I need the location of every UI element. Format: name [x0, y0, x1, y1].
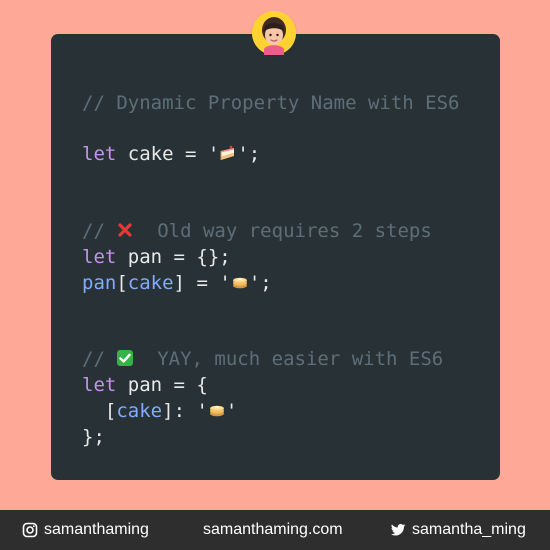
twitter-handle: samantha_ming — [412, 521, 526, 538]
comment-dynamic-property: // Dynamic Property Name with ES6 — [82, 92, 460, 114]
check-mark-icon — [116, 349, 134, 367]
code-line-5: pan[cake] = ' '; — [82, 270, 272, 296]
comment-prefix: // — [82, 348, 105, 370]
code-line-6: // YAY, much easier with ES6 — [82, 346, 443, 372]
footer-bar: samanthaming samanthaming.com samantha_m… — [0, 510, 550, 550]
instagram-link[interactable]: samanthaming — [22, 520, 149, 540]
code-line-7: let pan = { — [82, 372, 208, 398]
woman-avatar-icon — [252, 11, 296, 55]
keyword-let: let — [82, 374, 117, 396]
closing-brace: }; — [82, 426, 105, 448]
operator-equals: = — [185, 143, 197, 165]
object-pan: pan — [82, 272, 117, 294]
code-line-2: let cake = ' '; — [82, 141, 260, 167]
operator-equals: = — [196, 272, 208, 294]
property-key-cake: cake — [116, 400, 163, 422]
instagram-handle: samanthaming — [44, 521, 149, 538]
keyword-let: let — [82, 143, 117, 165]
bracket-close: ] — [173, 272, 185, 294]
code-line-4: let pan = {}; — [82, 244, 231, 270]
property-key-cake: cake — [127, 272, 174, 294]
colon: : — [173, 400, 186, 422]
website-url: samanthaming.com — [203, 521, 343, 538]
code-line-8: [cake]: ' ' — [82, 398, 237, 424]
pan-declaration: pan = {}; — [127, 246, 231, 268]
website-link[interactable]: samanthaming.com — [203, 520, 343, 540]
code-line-9: }; — [82, 424, 105, 450]
pancake-icon — [208, 401, 226, 419]
quote-open: ' — [207, 143, 220, 165]
quote-close: '; — [237, 143, 261, 165]
code-line-1: // Dynamic Property Name with ES6 — [82, 90, 460, 116]
pancake-icon — [231, 273, 249, 291]
keyword-let: let — [82, 246, 117, 268]
code-line-3: // Old way requires 2 steps — [82, 218, 432, 244]
twitter-icon — [390, 522, 406, 538]
cross-mark-icon — [116, 221, 134, 239]
twitter-link[interactable]: samantha_ming — [390, 520, 526, 540]
avatar — [252, 11, 296, 55]
bracket-open: [ — [104, 400, 117, 422]
comment-old-way: Old way requires 2 steps — [157, 220, 432, 242]
quote-close: '; — [248, 272, 272, 294]
quote-open: ' — [196, 400, 208, 422]
instagram-icon — [22, 522, 38, 538]
quote-open: ' — [219, 272, 231, 294]
cake-icon — [219, 144, 237, 162]
quote-close: ' — [225, 400, 238, 422]
comment-prefix: // — [82, 220, 105, 242]
bracket-open: [ — [116, 272, 128, 294]
bracket-close: ] — [162, 400, 174, 422]
variable-cake: cake — [127, 143, 174, 165]
pan-object-open: pan = { — [127, 374, 208, 396]
comment-yay: YAY, much easier with ES6 — [157, 348, 444, 370]
